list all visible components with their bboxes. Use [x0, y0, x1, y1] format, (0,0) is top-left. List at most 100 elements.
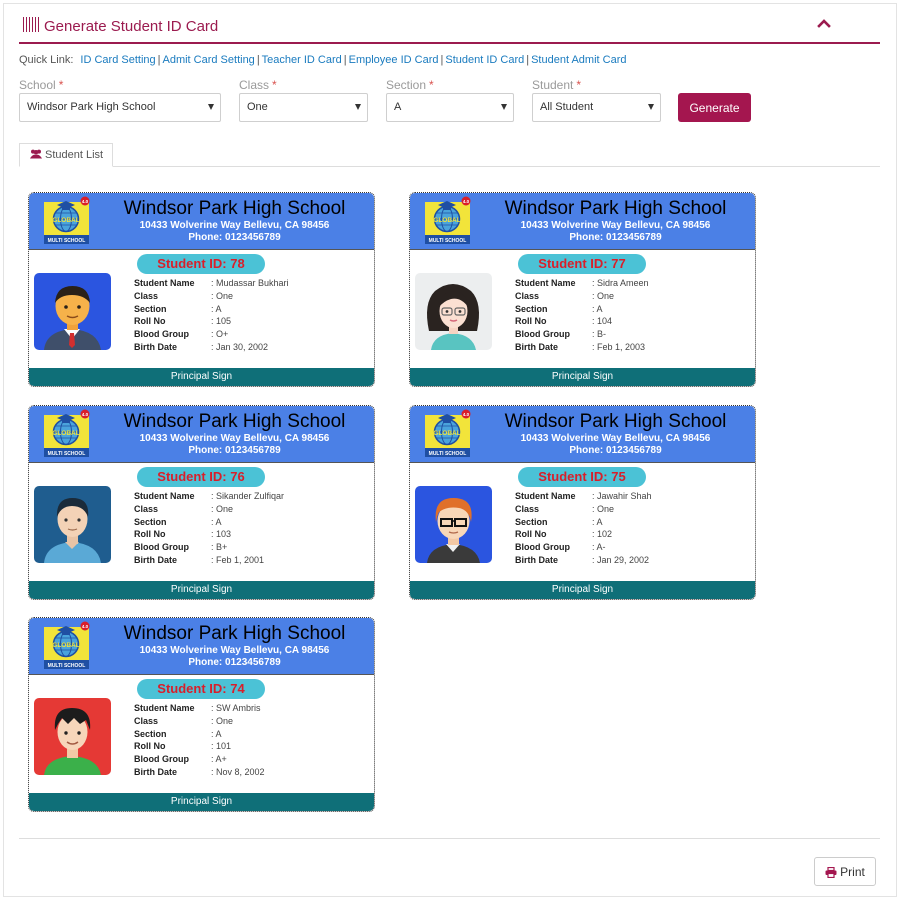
card-header: GLOBAL MULTI SCHOOL 4.0 Windsor Park Hig…: [410, 193, 755, 250]
info-row-birth: Birth Date: Jan 30, 2002: [134, 341, 269, 352]
student-id-badge: Student ID: 75: [518, 467, 646, 487]
boy-green-shirt-avatar: [34, 698, 111, 775]
school-name: Windsor Park High School: [123, 623, 346, 644]
school-select[interactable]: Windsor Park High School: [19, 93, 221, 122]
info-row-roll: Roll No: 101: [134, 741, 232, 752]
panel-header: Generate Student ID Card: [19, 10, 880, 44]
school-name: Windsor Park High School: [504, 411, 727, 432]
tab-divider: [19, 166, 880, 167]
svg-text:GLOBAL: GLOBAL: [52, 642, 79, 649]
student-id-card-5: GLOBAL MULTI SCHOOL 4.0 Windsor Park Hig…: [28, 617, 375, 812]
school-logo: GLOBAL MULTI SCHOOL 4.0: [43, 621, 92, 670]
users-icon: [29, 149, 43, 159]
section-select[interactable]: A: [386, 93, 514, 122]
principal-sign: Principal Sign: [29, 368, 374, 386]
principal-sign: Principal Sign: [29, 581, 374, 599]
class-select[interactable]: One: [239, 93, 368, 122]
school-name: Windsor Park High School: [123, 411, 346, 432]
printer-icon: [825, 866, 837, 878]
svg-text:4.0: 4.0: [463, 412, 470, 417]
svg-text:MULTI SCHOOL: MULTI SCHOOL: [429, 451, 467, 457]
student-id-badge: Student ID: 76: [137, 467, 265, 487]
school-logo: GLOBAL MULTI SCHOOL 4.0: [424, 409, 473, 458]
section-label: Section *: [386, 78, 434, 92]
info-row-roll: Roll No: 102: [515, 529, 613, 540]
quick-link-label: Quick Link:: [19, 54, 74, 66]
info-row-birth: Birth Date: Nov 8, 2002: [134, 766, 265, 777]
student-id-card-1: GLOBAL MULTI SCHOOL 4.0 Windsor Park Hig…: [28, 192, 375, 387]
page-title: Generate Student ID Card: [44, 18, 219, 35]
svg-text:MULTI SCHOOL: MULTI SCHOOL: [48, 663, 86, 669]
link-employee-id-card[interactable]: Employee ID Card: [349, 54, 439, 66]
card-header: GLOBAL MULTI SCHOOL 4.0 Windsor Park Hig…: [410, 406, 755, 463]
male-shirt-avatar: [34, 486, 111, 563]
info-row-birth: Birth Date: Feb 1, 2001: [134, 554, 265, 565]
info-row-section: Section: A: [134, 516, 222, 527]
info-row-roll: Roll No: 103: [134, 529, 232, 540]
info-row-section: Section: A: [515, 303, 603, 314]
principal-sign: Principal Sign: [410, 581, 755, 599]
barcode-icon: [23, 17, 40, 32]
link-admit-card-setting[interactable]: Admit Card Setting: [162, 54, 254, 66]
link-student-id-card[interactable]: Student ID Card: [445, 54, 524, 66]
school-label: School *: [19, 78, 64, 92]
info-row-name: Student Name: Sikander Zulfiqar: [134, 491, 285, 501]
school-phone: Phone: 0123456789: [188, 657, 281, 668]
info-row-birth: Birth Date: Feb 1, 2003: [515, 341, 646, 352]
student-info: Student Name: Mudassar Bukhari Class: On…: [134, 277, 289, 354]
student-info: Student Name: Sikander Zulfiqar Class: O…: [134, 490, 284, 567]
student-id-card-2: GLOBAL MULTI SCHOOL 4.0 Windsor Park Hig…: [409, 192, 756, 387]
svg-text:GLOBAL: GLOBAL: [433, 217, 460, 224]
info-row-name: Student Name: Jawahir Shah: [515, 491, 652, 501]
info-row-blood: Blood Group: A+: [134, 754, 227, 765]
school-address: 10433 Wolverine Way Bellevu, CA 98456: [520, 220, 711, 231]
student-id-badge: Student ID: 78: [137, 254, 265, 274]
caret-down-icon: [501, 104, 507, 110]
info-row-blood: Blood Group: A-: [515, 542, 606, 553]
student-label: Student *: [532, 78, 582, 92]
student-select[interactable]: All Student: [532, 93, 661, 122]
link-id-card-setting[interactable]: ID Card Setting: [80, 54, 155, 66]
info-row-blood: Blood Group: B-: [515, 329, 607, 340]
caret-down-icon: [355, 104, 361, 110]
info-row-class: Class: One: [134, 290, 234, 301]
svg-text:MULTI SCHOOL: MULTI SCHOOL: [429, 238, 467, 244]
link-student-admit-card[interactable]: Student Admit Card: [531, 54, 626, 66]
student-info: Student Name: SW Ambris Class: One Secti…: [134, 702, 265, 779]
caret-down-icon: [208, 104, 214, 110]
info-row-class: Class: One: [134, 503, 234, 514]
caret-down-icon: [648, 104, 654, 110]
class-label: Class *: [239, 78, 277, 92]
svg-text:4.0: 4.0: [82, 412, 89, 417]
school-phone: Phone: 0123456789: [569, 232, 662, 243]
tab-student-list[interactable]: Student List: [19, 143, 113, 167]
student-info: Student Name: Jawahir Shah Class: One Se…: [515, 490, 652, 567]
info-row-class: Class: One: [134, 715, 234, 726]
info-row-birth: Birth Date: Jan 29, 2002: [515, 554, 650, 565]
principal-sign: Principal Sign: [29, 793, 374, 811]
school-phone: Phone: 0123456789: [569, 445, 662, 456]
info-row-class: Class: One: [515, 290, 615, 301]
school-phone: Phone: 0123456789: [188, 232, 281, 243]
svg-text:MULTI SCHOOL: MULTI SCHOOL: [48, 451, 86, 457]
generate-button[interactable]: Generate: [678, 93, 751, 122]
info-row-blood: Blood Group: B+: [134, 542, 228, 553]
school-address: 10433 Wolverine Way Bellevu, CA 98456: [139, 433, 330, 444]
student-id-card-3: GLOBAL MULTI SCHOOL 4.0 Windsor Park Hig…: [28, 405, 375, 600]
info-row-section: Section: A: [515, 516, 603, 527]
female-glasses-avatar: [415, 273, 492, 350]
school-phone: Phone: 0123456789: [188, 445, 281, 456]
info-row-section: Section: A: [134, 303, 222, 314]
school-logo: GLOBAL MULTI SCHOOL 4.0: [43, 409, 92, 458]
info-row-name: Student Name: Mudassar Bukhari: [134, 278, 289, 288]
info-row-section: Section: A: [134, 728, 222, 739]
svg-text:GLOBAL: GLOBAL: [433, 430, 460, 437]
school-address: 10433 Wolverine Way Bellevu, CA 98456: [520, 433, 711, 444]
school-address: 10433 Wolverine Way Bellevu, CA 98456: [139, 220, 330, 231]
svg-text:MULTI SCHOOL: MULTI SCHOOL: [48, 238, 86, 244]
link-teacher-id-card[interactable]: Teacher ID Card: [262, 54, 342, 66]
print-button[interactable]: Print: [814, 857, 876, 886]
chevron-up-icon[interactable]: [816, 16, 832, 30]
card-header: GLOBAL MULTI SCHOOL 4.0 Windsor Park Hig…: [29, 406, 374, 463]
male-glasses-avatar: [415, 486, 492, 563]
